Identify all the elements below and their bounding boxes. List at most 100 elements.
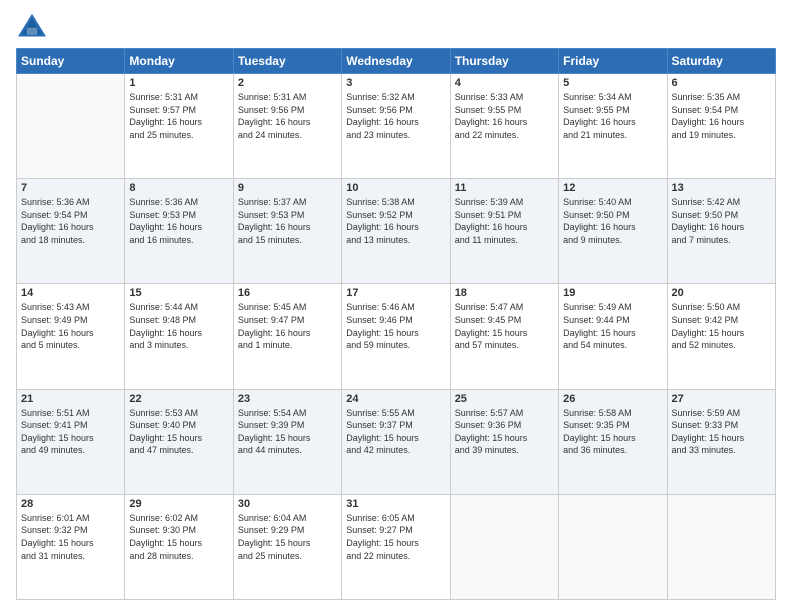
calendar-cell: 16 Sunrise: 5:45 AM Sunset: 9:47 PM Dayli… — [233, 284, 341, 389]
day-number: 15 — [129, 287, 228, 299]
calendar-cell — [559, 494, 667, 599]
cell-info: Sunrise: 5:40 AM Sunset: 9:50 PM Dayligh… — [563, 196, 662, 246]
calendar-cell: 1 Sunrise: 5:31 AM Sunset: 9:57 PM Daylig… — [125, 74, 233, 179]
calendar-cell: 10 Sunrise: 5:38 AM Sunset: 9:52 PM Dayli… — [342, 179, 450, 284]
calendar-cell: 26 Sunrise: 5:58 AM Sunset: 9:35 PM Dayli… — [559, 389, 667, 494]
week-row-2: 7 Sunrise: 5:36 AM Sunset: 9:54 PM Daylig… — [17, 179, 776, 284]
calendar-cell — [667, 494, 775, 599]
cell-info: Sunrise: 5:50 AM Sunset: 9:42 PM Dayligh… — [672, 301, 771, 351]
day-number: 12 — [563, 182, 662, 194]
day-number: 25 — [455, 393, 554, 405]
logo-icon — [16, 12, 48, 40]
day-number: 7 — [21, 182, 120, 194]
cell-info: Sunrise: 5:32 AM Sunset: 9:56 PM Dayligh… — [346, 91, 445, 141]
calendar-cell: 30 Sunrise: 6:04 AM Sunset: 9:29 PM Dayli… — [233, 494, 341, 599]
day-number: 29 — [129, 498, 228, 510]
cell-info: Sunrise: 5:47 AM Sunset: 9:45 PM Dayligh… — [455, 301, 554, 351]
day-number: 6 — [672, 77, 771, 89]
calendar-cell: 23Sunrise: 5:54 AM Sunset: 9:39 PM Dayli… — [233, 389, 341, 494]
day-number: 20 — [672, 287, 771, 299]
cell-info: Sunrise: 5:34 AM Sunset: 9:55 PM Dayligh… — [563, 91, 662, 141]
cell-info: Sunrise: 6:04 AM Sunset: 9:29 PM Dayligh… — [238, 512, 337, 562]
week-row-1: 1 Sunrise: 5:31 AM Sunset: 9:57 PM Daylig… — [17, 74, 776, 179]
day-number: 5 — [563, 77, 662, 89]
week-row-5: 28Sunrise: 6:01 AM Sunset: 9:32 PM Dayli… — [17, 494, 776, 599]
cell-info: Sunrise: 5:45 AM Sunset: 9:47 PM Dayligh… — [238, 301, 337, 351]
day-number: 1 — [129, 77, 228, 89]
day-number: 22 — [129, 393, 228, 405]
day-number: 14 — [21, 287, 120, 299]
calendar-cell: 4Sunrise: 5:33 AM Sunset: 9:55 PM Daylig… — [450, 74, 558, 179]
cell-info: Sunrise: 5:42 AM Sunset: 9:50 PM Dayligh… — [672, 196, 771, 246]
cell-info: Sunrise: 5:57 AM Sunset: 9:36 PM Dayligh… — [455, 407, 554, 457]
calendar-cell — [17, 74, 125, 179]
day-number: 9 — [238, 182, 337, 194]
cell-info: Sunrise: 5:55 AM Sunset: 9:37 PM Dayligh… — [346, 407, 445, 457]
day-number: 21 — [21, 393, 120, 405]
week-row-4: 21Sunrise: 5:51 AM Sunset: 9:41 PM Dayli… — [17, 389, 776, 494]
day-number: 17 — [346, 287, 445, 299]
calendar-cell: 21Sunrise: 5:51 AM Sunset: 9:41 PM Dayli… — [17, 389, 125, 494]
day-number: 18 — [455, 287, 554, 299]
calendar-cell: 8 Sunrise: 5:36 AM Sunset: 9:53 PM Daylig… — [125, 179, 233, 284]
calendar-cell: 17Sunrise: 5:46 AM Sunset: 9:46 PM Dayli… — [342, 284, 450, 389]
cell-info: Sunrise: 5:31 AM Sunset: 9:57 PM Dayligh… — [129, 91, 228, 141]
day-number: 31 — [346, 498, 445, 510]
day-number: 16 — [238, 287, 337, 299]
day-number: 3 — [346, 77, 445, 89]
calendar-cell: 6 Sunrise: 5:35 AM Sunset: 9:54 PM Daylig… — [667, 74, 775, 179]
day-number: 23 — [238, 393, 337, 405]
calendar: SundayMondayTuesdayWednesdayThursdayFrid… — [16, 48, 776, 600]
day-number: 11 — [455, 182, 554, 194]
header-wednesday: Wednesday — [342, 49, 450, 74]
day-number: 8 — [129, 182, 228, 194]
calendar-cell: 15 Sunrise: 5:44 AM Sunset: 9:48 PM Dayli… — [125, 284, 233, 389]
calendar-cell: 29 Sunrise: 6:02 AM Sunset: 9:30 PM Dayli… — [125, 494, 233, 599]
cell-info: Sunrise: 5:37 AM Sunset: 9:53 PM Dayligh… — [238, 196, 337, 246]
cell-info: Sunrise: 5:59 AM Sunset: 9:33 PM Dayligh… — [672, 407, 771, 457]
page: SundayMondayTuesdayWednesdayThursdayFrid… — [0, 0, 792, 612]
day-number: 10 — [346, 182, 445, 194]
calendar-cell: 13Sunrise: 5:42 AM Sunset: 9:50 PM Dayli… — [667, 179, 775, 284]
header-sunday: Sunday — [17, 49, 125, 74]
cell-info: Sunrise: 5:36 AM Sunset: 9:53 PM Dayligh… — [129, 196, 228, 246]
cell-info: Sunrise: 6:02 AM Sunset: 9:30 PM Dayligh… — [129, 512, 228, 562]
cell-info: Sunrise: 5:33 AM Sunset: 9:55 PM Dayligh… — [455, 91, 554, 141]
calendar-cell: 2 Sunrise: 5:31 AM Sunset: 9:56 PM Daylig… — [233, 74, 341, 179]
header-thursday: Thursday — [450, 49, 558, 74]
calendar-cell: 12 Sunrise: 5:40 AM Sunset: 9:50 PM Dayli… — [559, 179, 667, 284]
logo — [16, 12, 52, 40]
calendar-cell: 7 Sunrise: 5:36 AM Sunset: 9:54 PM Daylig… — [17, 179, 125, 284]
day-number: 26 — [563, 393, 662, 405]
calendar-cell: 19Sunrise: 5:49 AM Sunset: 9:44 PM Dayli… — [559, 284, 667, 389]
calendar-cell: 18 Sunrise: 5:47 AM Sunset: 9:45 PM Dayli… — [450, 284, 558, 389]
calendar-cell: 3 Sunrise: 5:32 AM Sunset: 9:56 PM Daylig… — [342, 74, 450, 179]
calendar-cell: 5 Sunrise: 5:34 AM Sunset: 9:55 PM Daylig… — [559, 74, 667, 179]
cell-info: Sunrise: 5:36 AM Sunset: 9:54 PM Dayligh… — [21, 196, 120, 246]
calendar-cell: 27Sunrise: 5:59 AM Sunset: 9:33 PM Dayli… — [667, 389, 775, 494]
calendar-cell: 31 Sunrise: 6:05 AM Sunset: 9:27 PM Dayli… — [342, 494, 450, 599]
calendar-cell: 11Sunrise: 5:39 AM Sunset: 9:51 PM Dayli… — [450, 179, 558, 284]
day-number: 30 — [238, 498, 337, 510]
calendar-header-row: SundayMondayTuesdayWednesdayThursdayFrid… — [17, 49, 776, 74]
calendar-cell: 24 Sunrise: 5:55 AM Sunset: 9:37 PM Dayli… — [342, 389, 450, 494]
calendar-cell: 20 Sunrise: 5:50 AM Sunset: 9:42 PM Dayli… — [667, 284, 775, 389]
day-number: 2 — [238, 77, 337, 89]
calendar-cell: 25 Sunrise: 5:57 AM Sunset: 9:36 PM Dayli… — [450, 389, 558, 494]
day-number: 24 — [346, 393, 445, 405]
week-row-3: 14 Sunrise: 5:43 AM Sunset: 9:49 PM Dayli… — [17, 284, 776, 389]
cell-info: Sunrise: 5:53 AM Sunset: 9:40 PM Dayligh… — [129, 407, 228, 457]
cell-info: Sunrise: 6:01 AM Sunset: 9:32 PM Dayligh… — [21, 512, 120, 562]
cell-info: Sunrise: 5:44 AM Sunset: 9:48 PM Dayligh… — [129, 301, 228, 351]
cell-info: Sunrise: 5:58 AM Sunset: 9:35 PM Dayligh… — [563, 407, 662, 457]
cell-info: Sunrise: 5:43 AM Sunset: 9:49 PM Dayligh… — [21, 301, 120, 351]
calendar-cell: 28Sunrise: 6:01 AM Sunset: 9:32 PM Dayli… — [17, 494, 125, 599]
cell-info: Sunrise: 5:35 AM Sunset: 9:54 PM Dayligh… — [672, 91, 771, 141]
calendar-cell: 22 Sunrise: 5:53 AM Sunset: 9:40 PM Dayli… — [125, 389, 233, 494]
calendar-cell — [450, 494, 558, 599]
header-saturday: Saturday — [667, 49, 775, 74]
cell-info: Sunrise: 5:38 AM Sunset: 9:52 PM Dayligh… — [346, 196, 445, 246]
cell-info: Sunrise: 6:05 AM Sunset: 9:27 PM Dayligh… — [346, 512, 445, 562]
cell-info: Sunrise: 5:31 AM Sunset: 9:56 PM Dayligh… — [238, 91, 337, 141]
calendar-cell: 9 Sunrise: 5:37 AM Sunset: 9:53 PM Daylig… — [233, 179, 341, 284]
